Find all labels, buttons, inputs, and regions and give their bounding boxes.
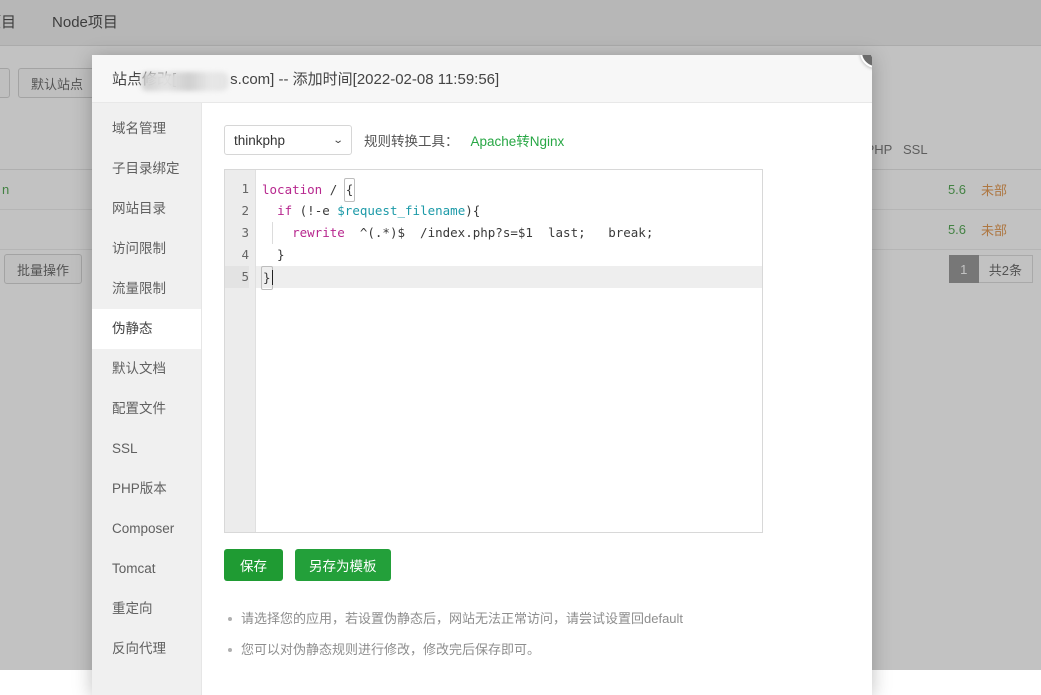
rewrite-rule-code-editor[interactable]: 1 2 3 4 5 location / { if (!-e $request_… [224,169,763,533]
code-line-2[interactable]: if (!-e $request_filename){ [256,200,762,222]
code-token-text: (!-e [292,203,337,218]
editor-code-area[interactable]: location / { if (!-e $request_filename){… [255,170,762,532]
controls-row: thinkphp ⌄ 规则转换工具： Apache转Nginx [224,125,850,155]
sidebar-item-reverse-proxy[interactable]: 反向代理 [92,629,201,669]
sidebar-item-tomcat[interactable]: Tomcat [92,549,201,589]
apache-to-nginx-link[interactable]: Apache转Nginx [471,130,565,150]
sidebar-item-access-restriction[interactable]: 访问限制 [92,229,201,269]
sidebar-item-composer[interactable]: Composer [92,509,201,549]
tip-text: 您可以对伪静态规则进行修改，修改完后保存即可。 [241,640,540,660]
sidebar-item-subdirectory-binding[interactable]: 子目录绑定 [92,149,201,189]
chevron-down-icon: ⌄ [332,135,343,146]
redacted-domain-blur [138,72,230,91]
bullet-icon [228,648,232,652]
code-token-variable: $request_filename [337,203,465,218]
sidebar-item-ssl[interactable]: SSL [92,429,201,469]
line-number: 2 [225,200,249,222]
action-button-row: 保存 另存为模板 [224,549,850,581]
code-token-text: ){ [465,203,480,218]
code-line-4[interactable]: } [256,244,762,266]
text-cursor [272,270,273,285]
converter-label: 规则转换工具： [364,130,459,150]
bullet-icon [228,617,232,621]
code-line-5[interactable]: } [256,266,762,288]
tips-list: 请选择您的应用，若设置伪静态后，网站无法正常访问，请尝试设置回default 您… [224,609,850,659]
sidebar-item-traffic-limit[interactable]: 流量限制 [92,269,201,309]
sidebar-item-php-version[interactable]: PHP版本 [92,469,201,509]
modal-sidebar: 域名管理 子目录绑定 网站目录 访问限制 流量限制 伪静态 默认文档 配置文件 … [92,103,202,695]
sidebar-item-website-directory[interactable]: 网站目录 [92,189,201,229]
app-template-select[interactable]: thinkphp ⌄ [224,125,352,155]
site-edit-modal: 站点修改[s.com] -- 添加时间[2022-02-08 11:59:56]… [92,55,872,695]
save-button[interactable]: 保存 [224,549,283,581]
tip-text: 请选择您的应用，若设置伪静态后，网站无法正常访问，请尝试设置回default [241,609,683,629]
modal-main-panel: thinkphp ⌄ 规则转换工具： Apache转Nginx 1 2 3 4 … [202,103,872,695]
code-token-keyword: rewrite [292,225,345,240]
code-token-text: } [262,247,285,262]
tip-item: 您可以对伪静态规则进行修改，修改完后保存即可。 [228,640,850,660]
sidebar-item-pseudo-static[interactable]: 伪静态 [92,309,201,349]
line-number: 3 [225,222,249,244]
sidebar-item-config-file[interactable]: 配置文件 [92,389,201,429]
code-indent [262,225,292,240]
code-token-keyword: if [277,203,292,218]
tip-item: 请选择您的应用，若设置伪静态后，网站无法正常访问，请尝试设置回default [228,609,850,629]
code-token-text: ^(.*)$ /index.php?s=$1 last; break; [345,225,654,240]
code-line-1[interactable]: location / { [256,178,762,200]
code-indent [262,203,277,218]
modal-body: 域名管理 子目录绑定 网站目录 访问限制 流量限制 伪静态 默认文档 配置文件 … [92,103,872,695]
save-as-template-button[interactable]: 另存为模板 [295,549,391,581]
sidebar-item-default-document[interactable]: 默认文档 [92,349,201,389]
code-token-text: / [322,182,345,197]
sidebar-item-domain-management[interactable]: 域名管理 [92,109,201,149]
code-token-keyword: location [262,182,322,197]
close-icon[interactable] [860,55,872,68]
editor-line-number-gutter: 1 2 3 4 5 [225,170,255,532]
code-line-3[interactable]: rewrite ^(.*)$ /index.php?s=$1 last; bre… [256,222,762,244]
line-number: 5 [225,266,249,288]
code-token-brace: { [344,178,356,202]
line-number: 1 [225,178,249,200]
sidebar-item-redirect[interactable]: 重定向 [92,589,201,629]
app-template-select-value: thinkphp [234,133,285,148]
modal-header: 站点修改[s.com] -- 添加时间[2022-02-08 11:59:56] [92,55,872,103]
line-number: 4 [225,244,249,266]
modal-title-suffix: s.com] -- 添加时间[2022-02-08 11:59:56] [230,68,499,89]
indent-guide [272,222,273,244]
